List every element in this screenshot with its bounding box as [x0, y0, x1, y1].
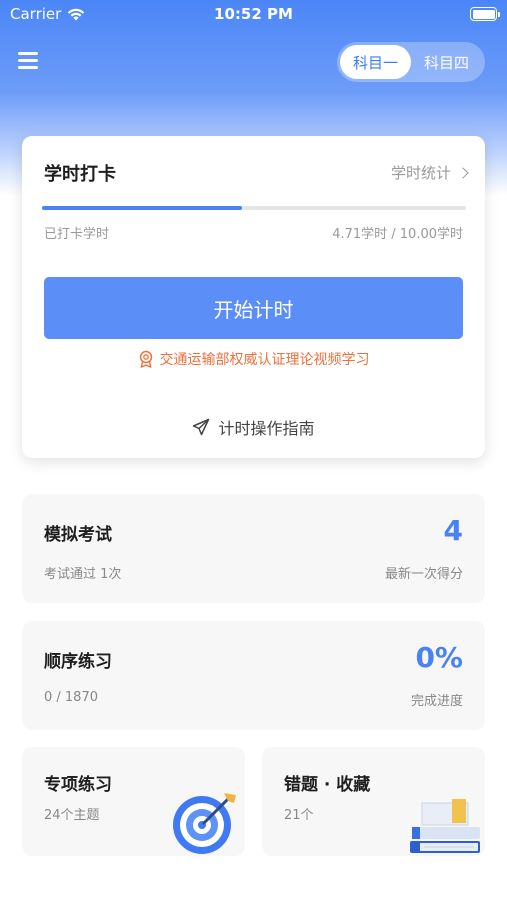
study-stats-label: 学时统计	[390, 164, 451, 182]
certification-text: 交通运输部权威认证理论视频学习	[159, 352, 370, 368]
study-card-title: 学时打卡	[44, 164, 116, 185]
subject-tab-4[interactable]: 科目四	[411, 45, 482, 79]
subject-tab-1[interactable]: 科目一	[340, 45, 411, 79]
target-icon	[173, 793, 236, 854]
mistakes-count: 21个	[284, 808, 314, 823]
mock-exam-card[interactable]: 模拟考试 考试通过 1次 4 最新一次得分	[22, 494, 485, 603]
timing-guide-text: 计时操作指南	[218, 419, 315, 438]
study-progress-fill	[42, 206, 242, 210]
special-practice-topics: 24个主题	[44, 808, 100, 823]
certification-note: 交通运输部权威认证理论视频学习	[22, 349, 485, 369]
progress-label: 已打卡学时	[44, 227, 110, 242]
sequence-practice-card[interactable]: 顺序练习 0 / 1870 0% 完成进度	[22, 621, 485, 730]
sequence-practice-progress: 0%	[415, 641, 463, 674]
timing-guide-link[interactable]: 计时操作指南	[22, 415, 485, 439]
award-badge-icon	[139, 350, 152, 368]
progress-value: 4.71学时 / 10.00学时	[332, 227, 463, 242]
special-practice-card[interactable]: 专项练习 24个主题	[22, 747, 245, 856]
menu-icon[interactable]	[18, 52, 38, 70]
status-bar: Carrier 10:52 PM	[0, 0, 507, 30]
study-progress-bar	[42, 206, 466, 210]
mistakes-favorites-card[interactable]: 错题 · 收藏 21个	[262, 747, 485, 856]
mock-exam-score: 4	[443, 514, 463, 547]
status-time: 10:52 PM	[214, 5, 293, 23]
subject-toggle: 科目一 科目四	[337, 42, 485, 82]
books-icon	[410, 799, 480, 853]
sequence-practice-count: 0 / 1870	[44, 690, 98, 705]
mistakes-title: 错题 · 收藏	[284, 775, 371, 795]
paper-plane-icon	[193, 418, 210, 436]
sequence-practice-title: 顺序练习	[44, 652, 112, 672]
sequence-practice-progress-label: 完成进度	[410, 694, 463, 709]
study-hours-card: 学时打卡 学时统计 已打卡学时 4.71学时 / 10.00学时 开始计时 交通…	[22, 136, 485, 458]
mock-exam-title: 模拟考试	[44, 525, 112, 545]
special-practice-title: 专项练习	[44, 775, 112, 795]
mock-exam-passed: 考试通过 1次	[44, 567, 122, 582]
study-stats-link[interactable]: 学时统计	[390, 162, 469, 183]
chevron-right-icon	[457, 166, 469, 179]
start-timing-button[interactable]: 开始计时	[44, 277, 463, 339]
battery-icon	[470, 7, 500, 21]
mock-exam-score-label: 最新一次得分	[384, 567, 463, 582]
